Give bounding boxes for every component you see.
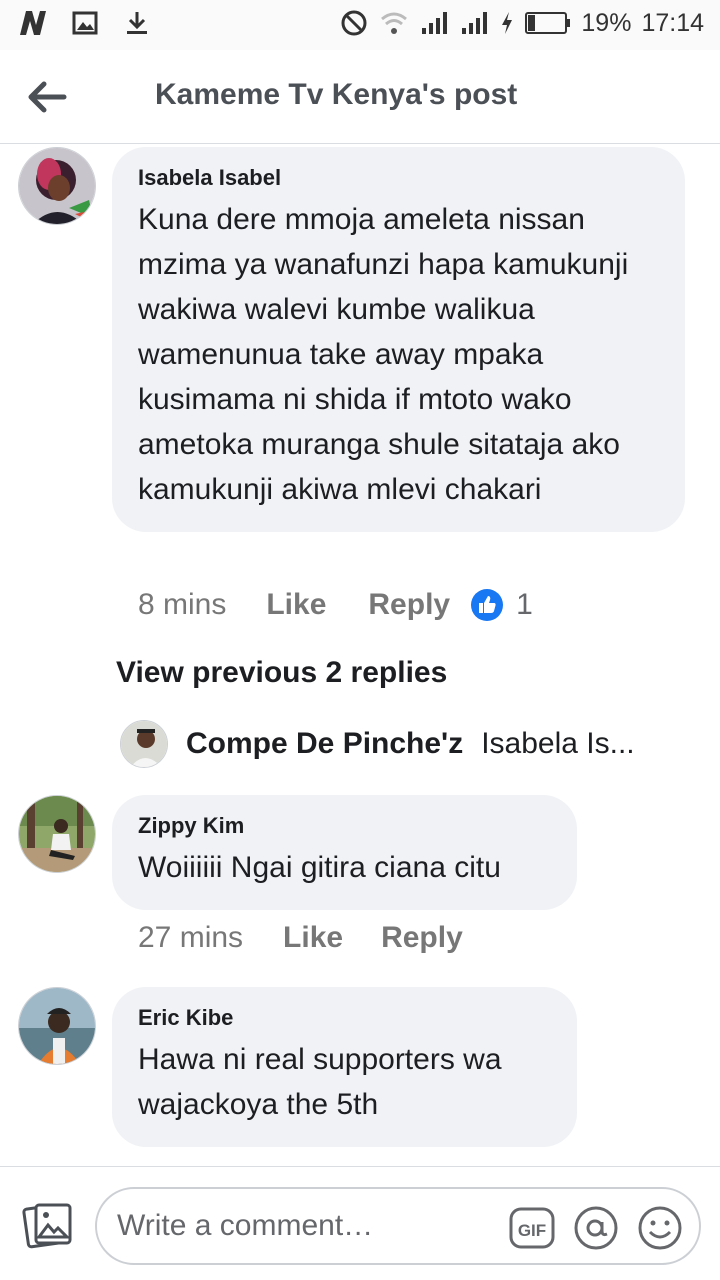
charging-icon <box>499 8 515 38</box>
battery-level: 19% <box>581 8 632 37</box>
photo-button[interactable] <box>22 1199 74 1251</box>
mention-button[interactable] <box>573 1205 619 1251</box>
signal-icon <box>459 8 489 38</box>
comment-time[interactable]: 8 mins <box>138 588 226 622</box>
avatar[interactable] <box>120 720 168 768</box>
at-sign-icon <box>574 1206 618 1250</box>
emoji-button[interactable] <box>637 1205 683 1251</box>
comment-actions: 27 mins Like Reply <box>138 921 463 955</box>
photo-icon <box>22 1203 72 1249</box>
reply-snippet: Isabela Is... <box>481 727 635 760</box>
n-app-icon <box>18 8 48 38</box>
comment-author[interactable]: Eric Kibe <box>138 1005 549 1031</box>
comments-feed[interactable]: Isabela Isabel Kuna dere mmoja ameleta n… <box>0 144 720 1166</box>
wifi-icon <box>379 8 409 38</box>
comment-actions: 8 mins Like Reply 1 <box>138 588 533 622</box>
gallery-icon <box>70 8 100 38</box>
signal-icon <box>419 8 449 38</box>
app-header: Kameme Tv Kenya's post <box>0 50 720 144</box>
reaction-number: 1 <box>516 588 533 621</box>
comment-text: Woiiiiii Ngai gitira ciana citu <box>138 851 501 884</box>
like-button[interactable]: Like <box>266 588 326 622</box>
comment-bubble[interactable]: Isabela Isabel Kuna dere mmoja ameleta n… <box>112 147 685 532</box>
comment-text: Hawa ni real supporters wa wajackoya the… <box>138 1043 502 1121</box>
back-button[interactable] <box>24 74 70 120</box>
comment-bubble[interactable]: Eric Kibe Hawa ni real supporters wa waj… <box>112 987 577 1147</box>
dnd-icon <box>339 8 369 38</box>
reply-button[interactable]: Reply <box>368 588 450 622</box>
reply-author[interactable]: Compe De Pinche'z <box>186 727 463 761</box>
smiley-icon <box>638 1206 682 1250</box>
reply-preview[interactable]: Compe De Pinche'z Isabela Is... <box>120 720 635 768</box>
battery-icon <box>525 8 571 38</box>
view-previous-replies[interactable]: View previous 2 replies <box>116 656 447 690</box>
download-icon <box>122 8 152 38</box>
comment-input[interactable]: Write a comment… GIF <box>95 1187 701 1265</box>
like-button[interactable]: Like <box>283 921 343 955</box>
comment-time[interactable]: 27 mins <box>138 921 243 955</box>
avatar[interactable] <box>18 795 96 873</box>
avatar[interactable] <box>18 147 96 225</box>
gif-icon: GIF <box>509 1207 555 1249</box>
back-arrow-icon <box>28 81 67 113</box>
like-reaction-icon <box>471 589 504 621</box>
reply-button[interactable]: Reply <box>381 921 463 955</box>
clock: 17:14 <box>641 8 704 37</box>
comment-composer: Write a comment… GIF <box>0 1166 720 1280</box>
comment-placeholder: Write a comment… <box>117 1209 374 1242</box>
gif-button[interactable]: GIF <box>509 1205 555 1251</box>
reaction-count[interactable]: 1 <box>470 588 533 622</box>
page-title: Kameme Tv Kenya's post <box>155 78 518 111</box>
comment-author[interactable]: Isabela Isabel <box>138 165 657 191</box>
comment-text: Kuna dere mmoja ameleta nissan mzima ya … <box>138 203 629 506</box>
gif-label: GIF <box>518 1221 546 1240</box>
comment-bubble[interactable]: Zippy Kim Woiiiiii Ngai gitira ciana cit… <box>112 795 577 910</box>
comment-author[interactable]: Zippy Kim <box>138 813 549 839</box>
status-bar: 19% 17:14 <box>0 0 720 50</box>
avatar[interactable] <box>18 987 96 1065</box>
